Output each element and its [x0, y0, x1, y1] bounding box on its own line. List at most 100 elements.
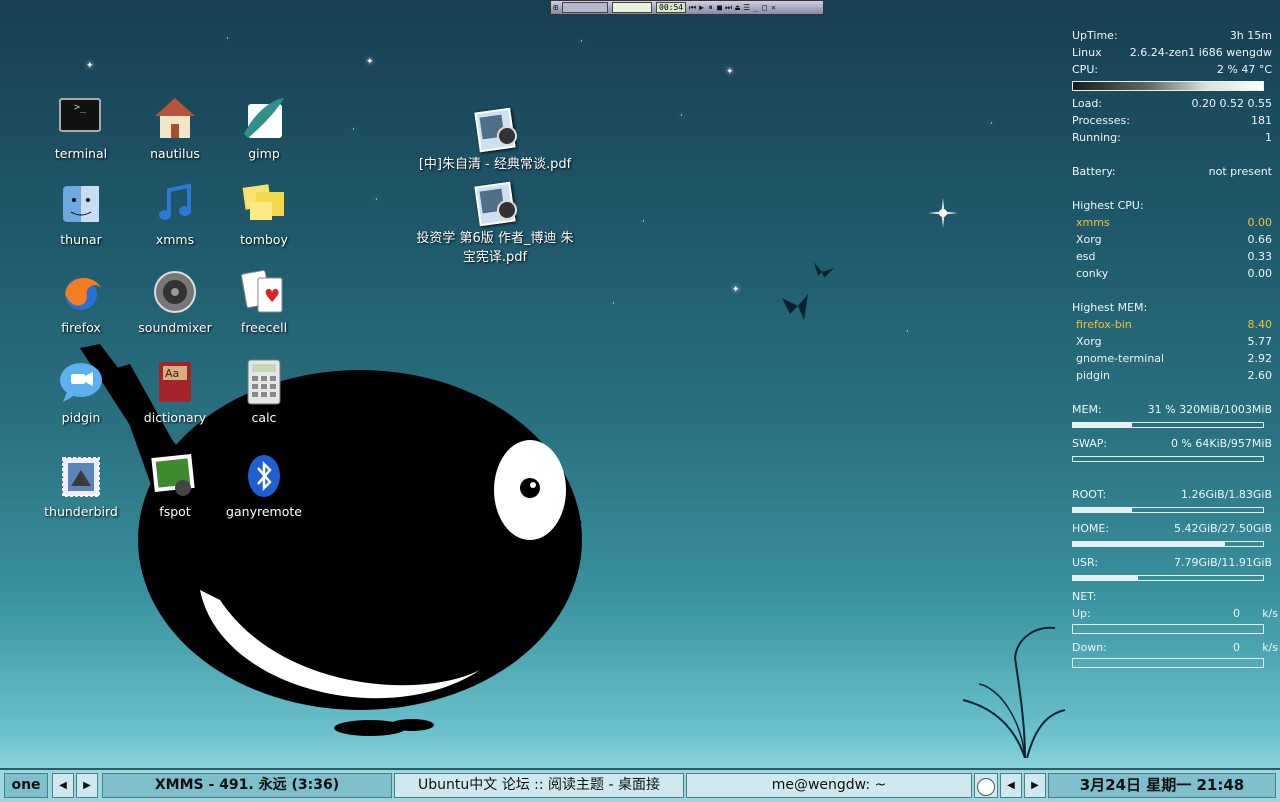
desktop-icon-label: firefox	[61, 320, 101, 335]
conky-key: Processes:	[1072, 114, 1130, 127]
conky-key: NET:	[1072, 590, 1097, 603]
download-graph	[1072, 658, 1264, 668]
play-icon[interactable]: ▶	[697, 3, 706, 12]
desktop-icon-tomboy[interactable]: tomboy	[219, 180, 309, 247]
conky-unit: k/s	[1262, 641, 1278, 654]
task-button-terminal[interactable]: me@wengdw: ~	[686, 773, 972, 798]
conky-row: UpTime: 3h 15m	[1072, 29, 1272, 43]
sticky-notes-icon	[240, 180, 288, 228]
conky-value: 0.00	[1247, 267, 1273, 280]
desktop-icon-label: soundmixer	[138, 320, 212, 335]
usage-bar	[1072, 422, 1264, 428]
photo-icon	[151, 452, 199, 500]
desktop-icon-nautilus[interactable]: nautilus	[130, 94, 220, 161]
conky-key: pidgin	[1076, 369, 1111, 382]
conky-key: USR:	[1072, 556, 1099, 569]
triangle-left-icon[interactable]: ◀	[52, 773, 74, 798]
next-icon[interactable]: ⏭	[724, 3, 733, 12]
playlist-icon[interactable]: ☰	[742, 3, 751, 12]
triangle-right-icon[interactable]: ▶	[76, 773, 98, 798]
conky-key: ROOT:	[1072, 488, 1107, 501]
desktop-icon-label: thunar	[60, 232, 102, 247]
shade-icon[interactable]: □	[760, 3, 769, 12]
conky-key: HOME:	[1072, 522, 1110, 535]
desktop-icon-label: xmms	[155, 232, 195, 247]
firefox-icon	[57, 268, 105, 316]
desktop-icon-thunar[interactable]: thunar	[36, 180, 126, 247]
conky-key: Battery:	[1072, 165, 1116, 178]
pause-icon[interactable]: ⏸	[706, 3, 715, 12]
workspace-button[interactable]: one	[4, 773, 48, 798]
music-note-icon	[151, 180, 199, 228]
conky-value: 0 % 64KiB/957MiB	[1170, 437, 1272, 450]
triangle-left-icon[interactable]: ◀	[1000, 773, 1022, 798]
desktop-icon-soundmixer[interactable]: soundmixer	[130, 268, 220, 335]
minimize-icon[interactable]: _	[751, 3, 760, 12]
desktop-icon-pidgin[interactable]: pidgin	[36, 358, 126, 425]
conky-row: esd 0.33	[1072, 250, 1272, 264]
desktop-icon-gimp[interactable]: gimp	[219, 94, 309, 161]
conky-value: 3h 15m	[1229, 29, 1272, 42]
preview-pdf-icon	[473, 107, 517, 153]
desktop-icon-thunderbird[interactable]: thunderbird	[36, 452, 126, 519]
stop-icon[interactable]: ■	[715, 3, 724, 12]
menu-icon[interactable]: ⊞	[551, 3, 560, 12]
conky-value: 2.92	[1247, 352, 1273, 365]
conky-row: NET:	[1072, 590, 1272, 604]
conky-key: Highest MEM:	[1072, 301, 1148, 314]
desktop-icon-ganyremote[interactable]: ganyremote	[219, 452, 309, 519]
task-button-browser[interactable]: Ubuntu中文 论坛 :: 阅读主题 - 桌面接	[394, 773, 684, 798]
conky-row: SWAP: 0 % 64KiB/957MiB	[1072, 437, 1272, 451]
desktop-icon-label: tomboy	[240, 232, 288, 247]
conky-net-row: Up: 0 k/s	[1072, 607, 1278, 621]
conky-row: pidgin 2.60	[1072, 369, 1272, 383]
eject-icon[interactable]: ⏏	[733, 3, 742, 12]
conky-key: Load:	[1072, 97, 1103, 110]
bluetooth-icon	[240, 452, 288, 500]
file-label-line2: 宝宪译.pdf	[462, 250, 528, 265]
conky-value: 2.6.24-zen1 i686 wengdw	[1129, 46, 1272, 59]
dictionary-book-icon: Aa	[151, 358, 199, 406]
desktop-icon-dictionary[interactable]: Aa dictionary	[130, 358, 220, 425]
desktop-icon-label: thunderbird	[44, 504, 118, 519]
clock[interactable]: 3月24日 星期一 21:48	[1048, 773, 1276, 798]
taskbar: one ◀ ▶ XMMS - 491. 永远 (3:36) Ubuntu中文 论…	[0, 768, 1280, 802]
conky-value: 5.77	[1247, 335, 1273, 348]
volume-slider[interactable]	[612, 2, 652, 13]
usage-bar-fill	[1073, 508, 1132, 512]
conky-value: 0	[1233, 607, 1240, 620]
mail-stamp-icon	[57, 452, 105, 500]
desktop-icon-firefox[interactable]: firefox	[36, 268, 126, 335]
conky-key: SWAP:	[1072, 437, 1108, 450]
desktop-icon-freecell[interactable]: ♥ freecell	[219, 268, 309, 335]
desktop-icon-label: gimp	[248, 146, 280, 161]
file-icon-pdf[interactable]: 投资学 第6版 作者_博迪 朱 宝宪译.pdf	[400, 181, 590, 267]
speaker-icon	[151, 268, 199, 316]
conky-row: xmms 0.00	[1072, 216, 1272, 230]
previous-icon[interactable]: ⏮	[688, 3, 697, 12]
upload-graph	[1072, 624, 1264, 634]
desktop-icon-calc[interactable]: calc	[219, 358, 309, 425]
desktop-icon-xmms[interactable]: xmms	[130, 180, 220, 247]
conky-key: gnome-terminal	[1076, 352, 1165, 365]
close-icon[interactable]: ✕	[769, 3, 778, 12]
conky-row: Highest CPU:	[1072, 199, 1272, 213]
desktop-icon-label: dictionary	[143, 410, 207, 425]
conky-row: Highest MEM:	[1072, 301, 1272, 315]
desktop-icon-label: terminal	[54, 146, 108, 161]
task-button-xmms[interactable]: XMMS - 491. 永远 (3:36)	[102, 773, 392, 798]
conky-row: Xorg 5.77	[1072, 335, 1272, 349]
preview-pdf-icon	[473, 181, 517, 227]
plant-decoration	[962, 626, 1066, 758]
tray-speaker-icon[interactable]	[974, 773, 998, 798]
desktop-icon-terminal[interactable]: >_ terminal	[36, 94, 126, 161]
sparkle-star	[928, 198, 958, 228]
conky-row: Load: 0.20 0.52 0.55	[1072, 97, 1272, 111]
desktop-icon-fspot[interactable]: fspot	[130, 452, 220, 519]
calculator-icon	[240, 358, 288, 406]
xmms-mini-player[interactable]: ⊞ 00:54 ⏮ ▶ ⏸ ■ ⏭ ⏏ ☰ _ □ ✕	[550, 0, 824, 15]
conky-value: 31 % 320MiB/1003MiB	[1147, 403, 1272, 416]
file-icon-pdf[interactable]: [中]朱自清 - 经典常谈.pdf	[400, 107, 590, 174]
desktop-icon-label: calc	[251, 410, 277, 425]
triangle-right-icon[interactable]: ▶	[1024, 773, 1046, 798]
